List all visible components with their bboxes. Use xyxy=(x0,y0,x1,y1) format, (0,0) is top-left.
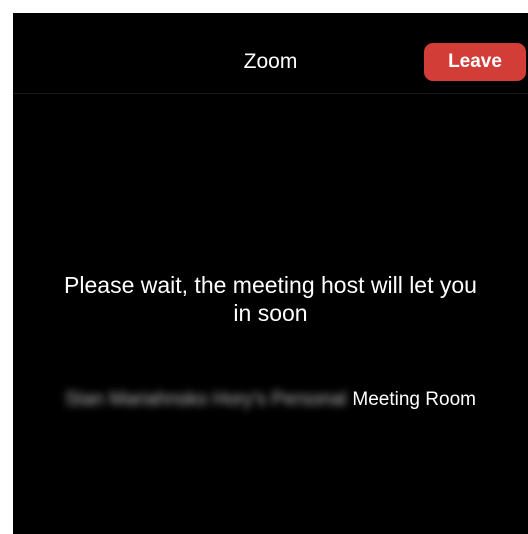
meeting-waiting-screen: Zoom Leave Please wait, the meeting host… xyxy=(13,13,528,534)
top-bar: Zoom Leave xyxy=(13,13,528,94)
meeting-room-name: Stan Mariahnsko Hory's Personal Meeting R… xyxy=(13,388,528,412)
waiting-message-line-2: in soon xyxy=(233,300,308,326)
waiting-message-line-1: Please wait, the meeting host will let y… xyxy=(64,272,477,298)
leave-button[interactable]: Leave xyxy=(424,43,526,81)
waiting-message: Please wait, the meeting host will let y… xyxy=(33,271,508,327)
host-name-blurred: Stan Mariahnsko Hory's Personal xyxy=(65,389,347,410)
meeting-room-label: Meeting Room xyxy=(352,389,476,410)
